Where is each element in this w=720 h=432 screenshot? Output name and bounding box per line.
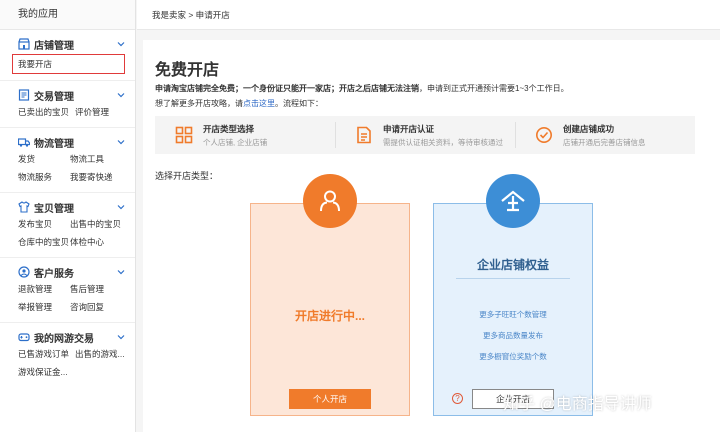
check-circle-icon [536,127,552,143]
chevron-down-icon[interactable] [117,203,125,211]
group-label: 物流管理 [34,138,74,150]
main-panel: 免费开店 申请淘宝店铺完全免费；一个身份证只能开一家店；开店之后店铺无法注销，申… [143,40,720,432]
benefit-item: 更多商品数量发布 [483,331,543,340]
sidebar-item-reports[interactable]: 举报管理 [18,301,70,313]
step-title: 申请开店认证 [383,123,435,134]
breadcrumb: 我是卖家 > 申请开店 [137,0,720,30]
chevron-down-icon[interactable] [117,138,125,146]
choose-type-label: 选择开店类型： [155,171,219,181]
page-title: 免费开店 [155,62,220,79]
group-title-trade[interactable]: 交易管理 [0,87,135,103]
step-title: 开店类型选择 [203,123,255,134]
group-title-customer[interactable]: 客户服务 [0,264,135,280]
customer-icon [18,266,30,278]
step-select-type: 开店类型选择个人店铺, 企业店铺 [155,116,335,154]
group-trade: 交易管理 已卖出的宝贝 评价管理 [0,81,135,128]
group-label: 交易管理 [34,91,74,103]
enterprise-icon [486,174,540,228]
step-sub: 店铺开通后完善店铺信息 [563,137,646,147]
guide-post: 。流程如下： [275,99,323,108]
company-benefits-title: 企业店铺权益 [476,258,549,272]
group-title-logistics[interactable]: 物流管理 [0,134,135,150]
group-label: 宝贝管理 [34,203,74,215]
description-bold: 申请淘宝店铺完全免费；一个身份证只能开一家店；开店之后店铺无法注销 [155,84,419,93]
person-icon [303,174,357,228]
personal-status: 开店进行中... [294,309,365,323]
sidebar-item-open-shop[interactable]: 我要开店 [12,54,125,74]
sidebar-item-sold[interactable]: 已卖出的宝贝 [18,106,69,118]
chevron-down-icon[interactable] [117,268,125,276]
sidebar-item-inquiries[interactable]: 咨询回复 [70,301,122,313]
sidebar-item-warehouse[interactable]: 仓库中的宝贝 [18,236,70,248]
help-icon[interactable]: ? [452,393,463,404]
trade-icon [18,89,30,101]
sidebar-item-after-sales[interactable]: 售后管理 [70,283,122,295]
grid-icon [175,126,193,144]
group-customer: 客户服务 退款管理 售后管理 举报管理 咨询回复 [0,258,135,323]
sidebar-item-send-express[interactable]: 我要寄快递 [70,171,122,183]
group-title-items[interactable]: 宝贝管理 [0,199,135,215]
group-title-games[interactable]: 我的网游交易 [0,329,135,345]
sidebar: 我的应用 店铺管理 我要开店 交易管理 已卖出的宝贝 评价管理 物流管理 发货 … [0,0,136,432]
group-title-shop[interactable]: 店铺管理 [0,36,135,52]
shop-icon [18,38,30,50]
description: 申请淘宝店铺完全免费；一个身份证只能开一家店；开店之后店铺无法注销，申请到正式开… [155,83,569,94]
group-shop: 店铺管理 我要开店 [0,30,135,81]
process-steps: 开店类型选择 个人店铺, 企业店铺 申请开店认证 需提供认证相关资料，等待审核通过 … [155,116,695,154]
group-games: 我的网游交易 已售游戏订单 出售的游戏... 游戏保证金... [0,323,135,387]
guide-text: 想了解更多开店攻略，请点击这里。流程如下： [155,98,323,109]
sidebar-item-logistics-service[interactable]: 物流服务 [18,171,70,183]
shirt-icon [18,201,30,213]
sidebar-item-publish[interactable]: 发布宝贝 [18,218,70,230]
sidebar-item-checkup[interactable]: 体检中心 [70,236,122,248]
group-logistics: 物流管理 发货 物流工具 物流服务 我要寄快递 [0,128,135,193]
group-items: 宝贝管理 发布宝贝 出售中的宝贝 仓库中的宝贝 体检中心 [0,193,135,258]
chevron-down-icon[interactable] [117,91,125,99]
chevron-down-icon[interactable] [117,40,125,48]
truck-icon [18,136,30,148]
sidebar-item-logistics-tools[interactable]: 物流工具 [70,153,122,165]
group-label: 客户服务 [34,268,74,280]
sidebar-item-ship[interactable]: 发货 [18,153,70,165]
personal-open-button[interactable]: 个人开店 [289,389,371,409]
guide-pre: 想了解更多开店攻略，请 [155,99,243,108]
sidebar-item-game-deposit[interactable]: 游戏保证金... [18,366,68,378]
sidebar-item-game-selling[interactable]: 出售的游戏... [75,348,125,360]
step-sub: 个人店铺, 企业店铺 [203,137,268,147]
document-icon [357,126,371,144]
step-title: 创建店铺成功 [563,123,615,134]
chevron-down-icon[interactable] [117,333,125,341]
company-shop-card[interactable]: 企业店铺权益 更多子旺旺个数管理 更多商品数量发布 更多橱窗位奖励个数 ? 企业… [433,174,593,416]
step-created: 创建店铺成功店铺开通后完善店铺信息 [515,116,695,154]
sidebar-item-game-orders[interactable]: 已售游戏订单 [18,348,69,360]
description-rest: ，申请到正式开通预计需要1~3个工作日。 [419,84,569,93]
guide-link[interactable]: 点击这里 [243,99,275,108]
sidebar-header: 我的应用 [0,0,135,30]
step-certification: 申请开店认证需提供认证相关资料，等待审核通过 [335,116,515,154]
game-icon [18,331,30,343]
sidebar-item-reviews[interactable]: 评价管理 [75,106,127,118]
group-label: 店铺管理 [34,40,74,52]
divider [456,278,570,279]
group-label: 我的网游交易 [34,333,94,345]
step-sub: 需提供认证相关资料，等待审核通过 [383,137,503,147]
benefit-item: 更多子旺旺个数管理 [479,310,547,319]
sidebar-item-on-sale[interactable]: 出售中的宝贝 [70,218,121,230]
sidebar-item-refunds[interactable]: 退款管理 [18,283,70,295]
benefit-item: 更多橱窗位奖励个数 [479,352,547,361]
personal-shop-card[interactable]: 开店进行中... 个人开店 [250,174,410,416]
watermark: 知乎 @电商指导讲师 [503,396,652,413]
